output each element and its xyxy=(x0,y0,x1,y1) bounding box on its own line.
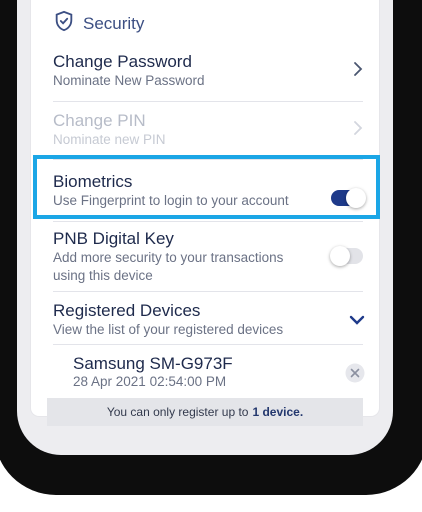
divider xyxy=(53,291,363,292)
chevron-right-icon[interactable] xyxy=(353,61,363,82)
device-date: 28 Apr 2021 02:54:00 PM xyxy=(73,374,227,389)
biometrics-highlight-box xyxy=(33,155,380,219)
device-limit-note: You can only register up to 1 device. xyxy=(47,398,363,426)
change-pin-subtitle: Nominate new PIN xyxy=(53,132,166,147)
registered-devices-subtitle: View the list of your registered devices xyxy=(53,322,284,337)
phone-screen: Security Change Password Nominate New Pa… xyxy=(17,0,393,455)
digital-key-subtitle-line2: using this device xyxy=(53,268,153,283)
chevron-down-icon[interactable] xyxy=(349,312,365,330)
digital-key-toggle[interactable] xyxy=(330,246,363,266)
chevron-right-icon xyxy=(353,120,363,141)
device-list-item: Samsung SM-G973F 28 Apr 2021 02:54:00 PM xyxy=(73,354,365,389)
shield-check-icon xyxy=(53,10,83,37)
security-header: Security xyxy=(53,10,144,37)
device-limit-note-text: You can only register up to xyxy=(106,405,249,419)
change-pin-title: Change PIN xyxy=(53,111,146,130)
toggle-knob xyxy=(330,246,350,266)
divider xyxy=(53,101,363,102)
registered-devices-item[interactable]: Registered Devices View the list of your… xyxy=(53,300,365,339)
divider xyxy=(53,221,363,222)
device-name: Samsung SM-G973F xyxy=(73,354,233,373)
digital-key-item: PNB Digital Key Add more security to you… xyxy=(53,228,363,285)
phone-frame: Security Change Password Nominate New Pa… xyxy=(0,0,422,495)
digital-key-subtitle-line1: Add more security to your transactions xyxy=(53,250,284,265)
change-password-title: Change Password xyxy=(53,52,192,71)
divider xyxy=(53,344,363,345)
change-pin-item[interactable]: Change PIN Nominate new PIN xyxy=(53,110,363,149)
registered-devices-title: Registered Devices xyxy=(53,301,201,320)
digital-key-title: PNB Digital Key xyxy=(53,229,174,248)
security-header-label: Security xyxy=(83,13,145,33)
change-password-item[interactable]: Change Password Nominate New Password xyxy=(53,51,363,90)
close-circle-icon[interactable] xyxy=(345,363,365,388)
device-limit-count: 1 device. xyxy=(252,405,304,419)
change-password-subtitle: Nominate New Password xyxy=(53,73,205,88)
